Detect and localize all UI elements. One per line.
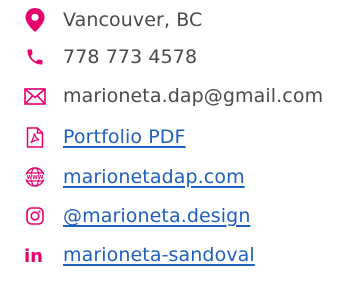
contact-row-instagram[interactable]: @marioneta.design [0, 196, 342, 236]
instagram-icon [24, 205, 46, 227]
contact-list: Vancouver, BC 778 773 4578 marioneta.dap… [0, 0, 342, 294]
linkedin-link[interactable]: marioneta-sandoval [63, 244, 255, 266]
contact-row-website[interactable]: WWW marionetadap.com [0, 157, 342, 197]
contact-row-email: marioneta.dap@gmail.com [0, 76, 342, 116]
location-pin-icon [24, 8, 46, 32]
linkedin-icon: in [24, 244, 46, 266]
pdf-file-icon [24, 126, 46, 148]
email-text: marioneta.dap@gmail.com [63, 85, 324, 107]
contact-row-portfolio[interactable]: Portfolio PDF [0, 117, 342, 157]
contact-row-location: Vancouver, BC [0, 0, 342, 40]
portfolio-pdf-link[interactable]: Portfolio PDF [63, 126, 186, 148]
email-icon [24, 85, 46, 107]
svg-text:WWW: WWW [27, 175, 44, 181]
globe-www-icon: WWW [24, 166, 46, 188]
svg-text:in: in [24, 246, 43, 264]
instagram-link[interactable]: @marioneta.design [63, 205, 250, 227]
contact-row-phone: 778 773 4578 [0, 37, 342, 77]
contact-row-linkedin[interactable]: in marioneta-sandoval [0, 235, 342, 275]
location-text: Vancouver, BC [63, 9, 203, 31]
website-link[interactable]: marionetadap.com [63, 166, 245, 188]
phone-text: 778 773 4578 [63, 46, 198, 68]
phone-icon [24, 46, 46, 68]
